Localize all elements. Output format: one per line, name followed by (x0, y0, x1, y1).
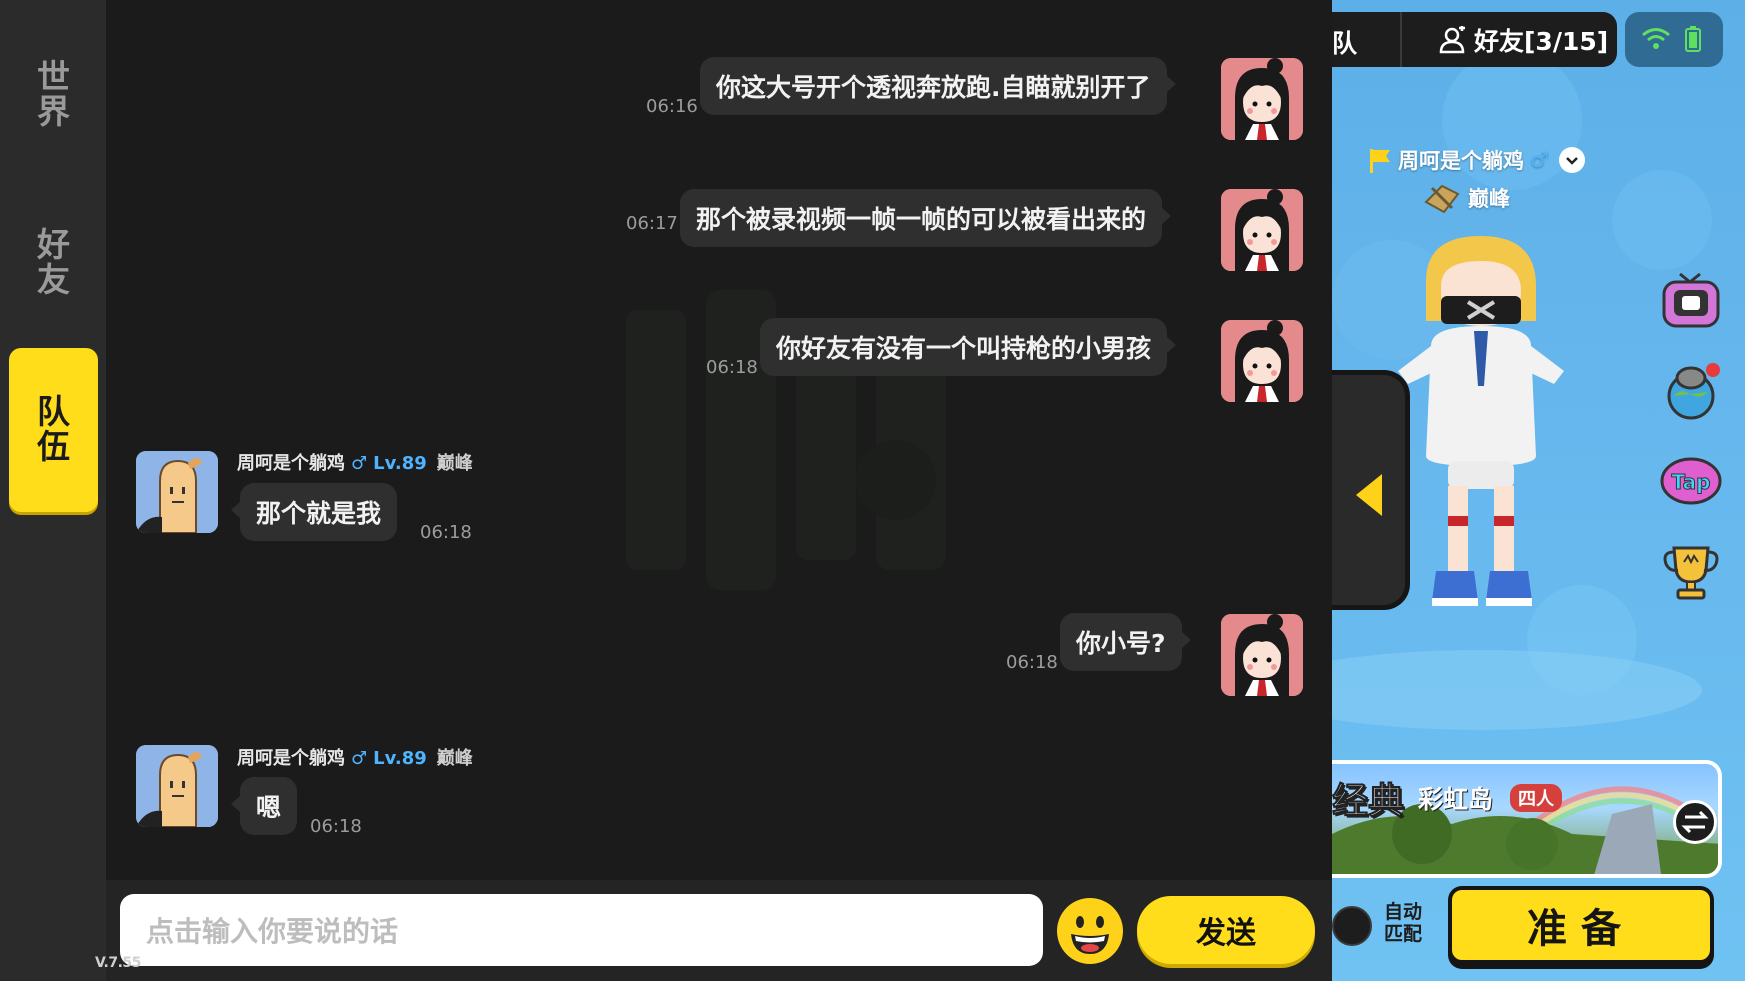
message-bubble[interactable]: 嗯 (230, 777, 298, 835)
bean-avatar-icon (136, 451, 218, 533)
message-bubble[interactable]: 那个就是我 (230, 483, 398, 541)
battery-icon (1685, 26, 1701, 52)
collapse-panel-button[interactable] (1332, 370, 1410, 610)
girl-avatar-icon (1221, 189, 1303, 271)
chat-panel[interactable]: 06:16 你这大号开个透视奔放跑.自瞄就别开了 06:17 那个被录视频一帧一… (106, 0, 1332, 880)
auto-match-toggle[interactable] (1332, 906, 1372, 946)
self-avatar[interactable] (1221, 58, 1303, 140)
lobby-topbar: 队 好友[3/15] (1332, 12, 1617, 67)
svg-text:Tap: Tap (1672, 470, 1711, 494)
message-time: 06:18 (310, 816, 362, 837)
message-time: 06:18 (420, 522, 472, 543)
team-leader-flag-icon (1370, 149, 1390, 173)
version-label: V.7.55 (95, 955, 141, 971)
girl-avatar-icon (1221, 614, 1303, 696)
self-avatar[interactable] (1221, 320, 1303, 402)
tv-icon[interactable] (1660, 270, 1722, 332)
switch-mode-button[interactable] (1673, 800, 1717, 844)
sender-name[interactable]: 周呵是个躺鸡 (237, 748, 345, 769)
smiley-emoji-icon (1058, 899, 1122, 963)
sender-rank: 巅峰 (436, 453, 473, 474)
chat-input[interactable]: 点击输入你要说的话 (120, 894, 1043, 966)
wifi-icon (1642, 28, 1670, 49)
sender-info: 周呵是个躺鸡 ♂ Lv.89 巅峰 (237, 744, 473, 770)
chat-input-bar: 点击输入你要说的话 发送 (106, 880, 1332, 981)
message-time: 06:17 (626, 213, 678, 234)
ready-button[interactable]: 准备 (1448, 886, 1714, 964)
self-avatar[interactable] (1221, 189, 1303, 271)
chevron-down-icon[interactable] (1558, 147, 1585, 173)
message-bubble[interactable]: 你好友有没有一个叫持枪的小男孩 (760, 318, 1177, 376)
message-bubble[interactable]: 你小号? (1060, 613, 1190, 671)
message-bubble[interactable]: 你这大号开个透视奔放跑.自瞄就别开了 (700, 57, 1175, 115)
send-button[interactable]: 发送 (1137, 896, 1315, 964)
topbar-divider (1400, 12, 1402, 67)
friend-avatar[interactable] (136, 745, 218, 827)
sender-rank: 巅峰 (436, 748, 473, 769)
trophy-icon[interactable] (1660, 540, 1722, 602)
mode-title: 经典 (1332, 781, 1405, 823)
player-rank-row: 巅峰 (1422, 182, 1510, 214)
friend-avatar[interactable] (136, 451, 218, 533)
taptap-icon[interactable]: Tap (1660, 450, 1722, 512)
sender-name[interactable]: 周呵是个躺鸡 (237, 453, 345, 474)
game-mode-card[interactable]: 经典 彩虹岛 四人 (1332, 760, 1722, 878)
male-gender-icon: ♂ (351, 748, 368, 769)
auto-match-label: 自动 匹配 (1384, 901, 1423, 945)
girl-avatar-icon (1221, 320, 1303, 402)
message-time: 06:18 (706, 357, 758, 378)
tab-team[interactable]: 队 伍 (9, 348, 98, 512)
sender-level: Lv.89 (373, 748, 427, 769)
bean-avatar-icon (136, 745, 218, 827)
channel-rail: 世 界 好 友 队 伍 (0, 0, 106, 981)
topbar-team-tab[interactable]: 队 (1332, 24, 1357, 60)
swap-arrows-icon (1681, 810, 1709, 834)
tab-friends[interactable]: 好 友 (9, 218, 98, 308)
rank-badge-icon (1424, 184, 1460, 214)
player-rank: 巅峰 (1468, 187, 1510, 211)
mode-map-name: 彩虹岛 (1418, 785, 1494, 814)
friends-count-label: 好友[3/15] (1474, 27, 1609, 56)
device-status (1625, 12, 1723, 67)
self-avatar[interactable] (1221, 614, 1303, 696)
sender-level: Lv.89 (373, 453, 427, 474)
male-gender-icon: ♂ (1530, 148, 1549, 172)
player-character-icon[interactable] (1386, 226, 1576, 626)
sender-info: 周呵是个躺鸡 ♂ Lv.89 巅峰 (237, 449, 473, 475)
player-name-row[interactable]: 周呵是个躺鸡 ♂ (1368, 145, 1585, 175)
topbar-friends-tab[interactable]: 好友[3/15] (1438, 22, 1608, 58)
message-time: 06:16 (646, 96, 698, 117)
add-friend-icon (1439, 26, 1465, 54)
planet-icon[interactable] (1660, 360, 1722, 422)
girl-avatar-icon (1221, 58, 1303, 140)
tab-world[interactable]: 世 界 (9, 50, 98, 140)
emoji-button[interactable] (1057, 898, 1123, 964)
message-time: 06:18 (1006, 652, 1058, 673)
male-gender-icon: ♂ (351, 453, 368, 474)
arrow-left-icon (1356, 474, 1382, 516)
game-lobby-panel: 队 好友[3/15] 周呵是个躺鸡 ♂ 巅峰 Tap 经典 彩虹岛 四人 自动 … (1332, 0, 1745, 981)
player-name: 周呵是个躺鸡 (1398, 149, 1524, 173)
mode-team-size-badge: 四人 (1510, 784, 1562, 812)
message-bubble[interactable]: 那个被录视频一帧一帧的可以被看出来的 (680, 189, 1172, 247)
